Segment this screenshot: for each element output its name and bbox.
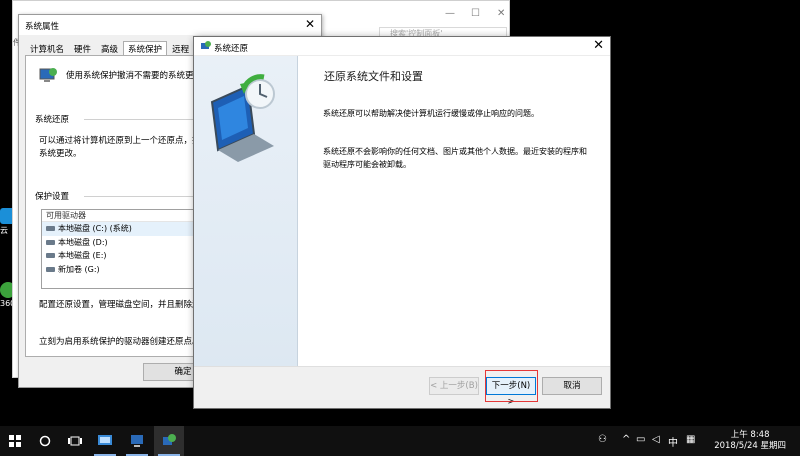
cancel-button[interactable]: 取消 [542,377,602,395]
tab-bar: 计算机名 硬件 高级 系统保护 远程 [25,41,194,55]
restore-text-line2: 系统更改。 [39,149,82,159]
computer-icon [131,435,143,447]
drive-icon [46,239,55,245]
drive-name: 本地磁盘 (D:) [58,237,108,247]
drive-name: 本地磁盘 (E:) [58,251,107,260]
create-text: 立刻为启用系统保护的驱动器创建还原点。 [39,337,201,347]
wizard-paragraph-1: 系统还原可以帮助解决使计算机运行缓慢或停止响应的问题。 [323,109,539,118]
chevron-up-icon[interactable]: ^ [622,434,630,445]
taskbar-system-properties[interactable] [122,426,152,456]
protection-description: 使用系统保护撤消不需要的系统更改。 [66,71,211,81]
tab-hardware[interactable]: 硬件 [69,41,96,55]
task-view-button[interactable] [60,426,90,456]
start-button[interactable] [0,426,30,456]
back-button[interactable]: < 上一步(B) [429,377,479,395]
tab-advanced[interactable]: 高级 [96,41,123,55]
drive-icon [46,266,55,272]
clock-date: 2018/5/24 星期四 [714,441,786,451]
volume-icon[interactable]: ◁ [652,434,660,445]
close-icon[interactable]: ✕ [497,8,505,19]
next-button-highlight [485,370,538,402]
configure-text: 配置还原设置，管理磁盘空间，并且删除还原 [39,300,210,310]
drive-icon [46,253,55,259]
people-icon[interactable]: ⚇ [598,434,607,445]
drive-name: 本地磁盘 (C:) (系统) [58,224,132,233]
keyboard-icon[interactable]: ▦ [686,434,695,445]
drive-name: 新加卷 (G:) [58,264,100,274]
taskbar-system-restore[interactable] [154,426,184,456]
close-icon[interactable]: ✕ [593,38,604,53]
minimize-icon[interactable]: — [445,8,455,19]
system-clock[interactable]: 上午 8:48 2018/5/24 星期四 [714,430,786,452]
search-button[interactable] [30,426,60,456]
restore-text-line1: 可以通过将计算机还原到上一个还原点，撤消 [39,136,210,146]
computer-shield-icon [39,68,57,82]
system-restore-wizard[interactable]: 系统还原 ✕ 还原系统文件和设置 系统还原可以帮助解决使计算机运行缓慢或停止响应… [193,36,611,409]
restore-illustration-icon [210,74,275,162]
drive-icon [46,226,55,232]
system-restore-icon [163,434,176,445]
close-icon[interactable]: ✕ [305,17,315,31]
dialog-title: 系统属性 [25,22,60,32]
control-panel-icon [98,435,112,445]
title-bar: 系统属性 ✕ [19,15,321,35]
wizard-paragraph-2: 系统还原不会影响你的任何文档、图片或其他个人数据。最近安装的程序和驱动程序可能会… [323,147,587,169]
title-bar: 系统还原 ✕ [194,37,610,56]
wizard-heading: 还原系统文件和设置 [324,70,423,83]
taskbar-control-panel[interactable] [90,426,120,456]
tab-system-protection[interactable]: 系统保护 [123,41,168,55]
restore-section-title: 系统还原 [35,115,70,125]
wizard-side-panel [194,56,298,368]
taskbar: ⚇ ^ ▭ ◁ 中 ▦ 上午 8:48 2018/5/24 星期四 [0,426,800,456]
tab-computer-name[interactable]: 计算机名 [25,41,69,55]
system-restore-icon [201,41,211,49]
ime-indicator[interactable]: 中 [668,434,678,449]
col-available-drives: 可用驱动器 [46,211,86,220]
tab-remote[interactable]: 远程 [167,41,194,55]
network-icon[interactable]: ▭ [636,434,645,445]
task-view-icon [68,436,82,446]
windows-logo-icon [9,435,21,447]
maximize-icon[interactable]: ☐ [471,8,480,19]
wizard-footer: < 上一步(B) 下一步(N) > 取消 [194,366,610,408]
protection-section-title: 保护设置 [35,192,70,202]
cortana-circle-icon [39,435,51,447]
clock-time: 上午 8:48 [730,430,770,440]
dialog-title: 系统还原 [214,44,249,54]
